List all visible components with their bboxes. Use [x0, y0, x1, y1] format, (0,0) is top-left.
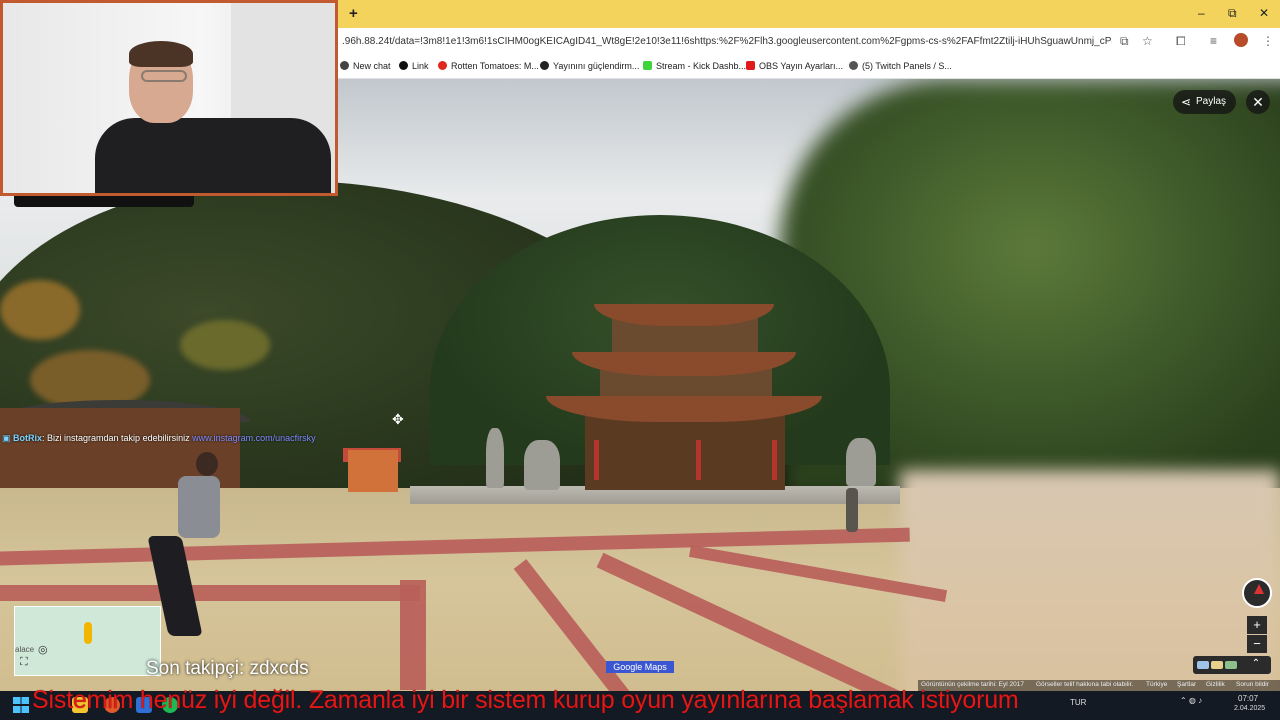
share-icon: ⋖: [1181, 95, 1192, 109]
windows-start-icon[interactable]: [13, 697, 29, 713]
tray-icons[interactable]: ⌃ ◍ ♪: [1180, 696, 1202, 705]
tray-language[interactable]: TUR: [1070, 698, 1086, 707]
minimize-button[interactable]: –: [1198, 6, 1205, 20]
compass-icon[interactable]: [1242, 578, 1272, 608]
bookmark-link[interactable]: Link: [399, 61, 429, 71]
minimap-place-label: alace: [15, 645, 35, 654]
bookmark-obs[interactable]: OBS Yayın Ayarları...: [746, 61, 843, 71]
bookmark-twitch-panels[interactable]: (5) Twitch Panels / S...: [849, 61, 952, 71]
autumn-foliage: [180, 320, 270, 370]
bot-name: BotRix: [13, 433, 43, 443]
chrome-menu-icon[interactable]: ⋮: [1262, 34, 1274, 48]
streamer-hair: [129, 41, 193, 67]
bot-text: : Bizi instagramdan takip edebilirsiniz: [42, 433, 190, 443]
expand-up-icon[interactable]: ⌃: [1249, 657, 1263, 671]
pegman-icon[interactable]: [84, 622, 92, 644]
footer-region[interactable]: Türkiye: [1146, 681, 1167, 688]
zoom-in-button[interactable]: +: [1247, 616, 1267, 634]
temple-pillar: [696, 440, 701, 480]
walking-person: [846, 488, 858, 532]
webcam-overlay: [0, 0, 338, 196]
share-label: Paylaş: [1195, 96, 1226, 107]
new-tab-button[interactable]: +: [349, 5, 358, 22]
expand-minimap-icon[interactable]: ⛶: [20, 656, 28, 669]
bookmark-kick-dashboard[interactable]: Stream - Kick Dashb...: [643, 61, 746, 71]
last-follower-label: Son takipçi: zdxcds: [146, 658, 309, 679]
footer-report[interactable]: Sorun bildir: [1236, 681, 1269, 688]
profile-avatar[interactable]: [1234, 33, 1248, 47]
tab-strip: [338, 0, 1280, 28]
url-field[interactable]: .96h.88.24t/data=!3m8!1e1!3m6!1sCIHM0ogK…: [342, 36, 1112, 47]
zoom-out-button[interactable]: −: [1247, 635, 1267, 653]
plaza-stripe: [400, 580, 426, 690]
guardian-statue: [524, 440, 560, 490]
clock-date[interactable]: 2.04.2025: [1234, 705, 1265, 712]
close-street-view-button[interactable]: ✕: [1246, 90, 1270, 114]
bot-link: www.instagram.com/unacfirsky: [192, 433, 316, 443]
install-app-icon[interactable]: ⧉: [1120, 34, 1129, 49]
glasses: [141, 70, 187, 82]
layer-thumbnail[interactable]: [1197, 661, 1209, 669]
webcam-caption-bar: [14, 196, 194, 207]
share-button[interactable]: ⋖ Paylaş: [1173, 90, 1236, 114]
location-target-icon[interactable]: ◎: [38, 643, 48, 656]
bookmark-yayinini[interactable]: Yayınını güçlendirm...: [540, 61, 639, 71]
temple-pillar: [594, 440, 599, 480]
red-booth: [348, 450, 398, 492]
bookmark-star-icon[interactable]: ☆: [1142, 34, 1153, 48]
clock-time[interactable]: 07:07: [1238, 694, 1258, 703]
extensions-icon[interactable]: ⧠: [1176, 34, 1186, 49]
media-control-icon[interactable]: ≡: [1210, 34, 1217, 48]
bookmark-rotten-tomatoes[interactable]: Rotten Tomatoes: M...: [438, 61, 539, 71]
autumn-foliage: [0, 280, 80, 340]
guardian-statue: [846, 438, 876, 486]
move-cursor-icon: ✥: [392, 411, 404, 427]
scrolling-ticker: Sistemim henüz iyi değil. Zamanla iyi bi…: [32, 686, 1019, 714]
chat-bot-message: ▣ BotRix: Bizi instagramdan takip edebil…: [2, 433, 316, 444]
copyright-notice[interactable]: Görseller telif hakkına tabi olabilir.: [1036, 681, 1133, 688]
temple-pillar: [772, 440, 777, 480]
footer-terms[interactable]: Şartlar: [1177, 681, 1196, 688]
window-close-button[interactable]: ✕: [1259, 6, 1269, 20]
temple-main-hall: [585, 410, 785, 490]
bookmark-new-chat[interactable]: New chat: [340, 61, 391, 71]
layer-thumbnail[interactable]: [1211, 661, 1223, 669]
streamer-body: [95, 118, 331, 193]
layer-thumbnail[interactable]: [1225, 661, 1237, 669]
footer-privacy[interactable]: Gizlilik: [1206, 681, 1225, 688]
bookmark-favicon: [340, 61, 349, 70]
stone-lantern: [486, 428, 504, 488]
chat-icon: ▣: [2, 433, 14, 443]
google-maps-badge: Google Maps: [606, 661, 674, 673]
restore-button[interactable]: ⧉: [1228, 6, 1237, 21]
